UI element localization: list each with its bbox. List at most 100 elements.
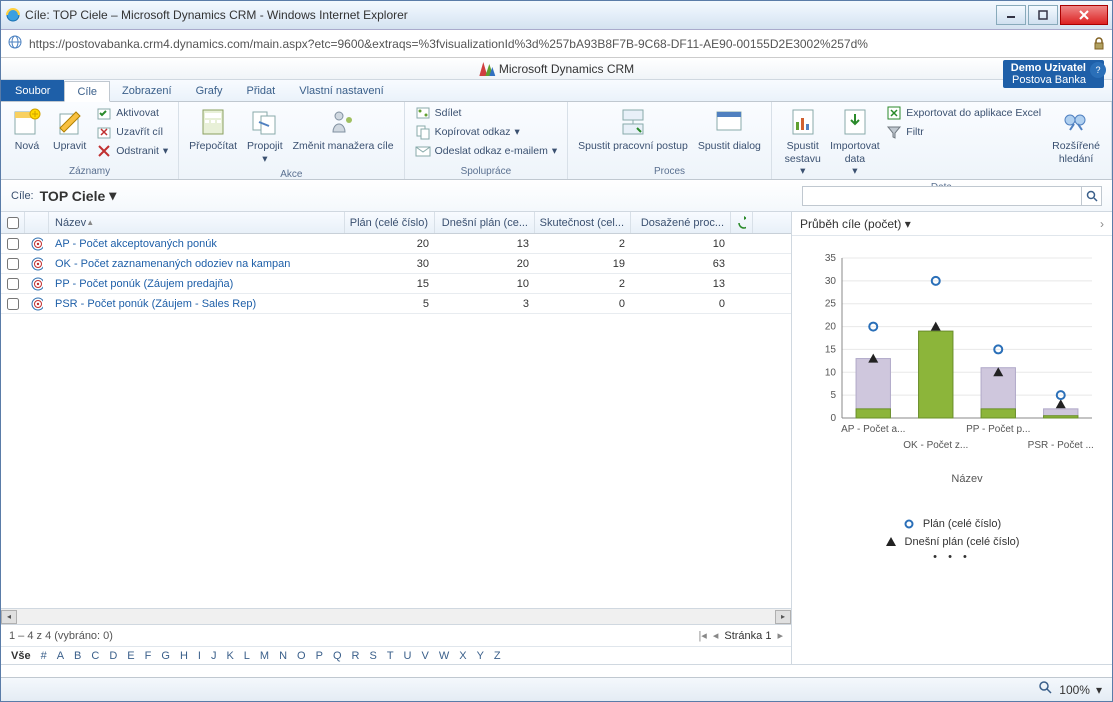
alpha-Y[interactable]: Y: [477, 650, 484, 662]
url-field[interactable]: https://postovabanka.crm4.dynamics.com/m…: [29, 37, 1086, 51]
alpha-B[interactable]: B: [74, 650, 81, 662]
ribbon-link-button[interactable]: Propojit ▾: [243, 104, 287, 167]
menu-tab-zobrazení[interactable]: Zobrazení: [110, 80, 184, 101]
alpha-N[interactable]: N: [279, 650, 287, 662]
menu-tab-grafy[interactable]: Grafy: [184, 80, 235, 101]
ribbon-recalculate-button[interactable]: Přepočítat: [185, 104, 241, 155]
row-checkbox[interactable]: [1, 298, 25, 310]
chart-expand-icon[interactable]: ›: [1100, 217, 1104, 231]
user-info[interactable]: Demo Uzivatel Postova Banka ?: [1003, 60, 1104, 88]
ribbon-advanced-find-button[interactable]: Rozšířené hledání: [1047, 104, 1105, 167]
menu-tab-cíle[interactable]: Cíle: [64, 81, 110, 102]
chart-title[interactable]: Průběh cíle (počet) ▾ ›: [792, 212, 1112, 236]
row-checkbox[interactable]: [1, 278, 25, 290]
first-page-button[interactable]: |◂: [698, 629, 706, 642]
select-all-checkbox[interactable]: [1, 212, 25, 233]
alpha-E[interactable]: E: [127, 650, 134, 662]
alpha-H[interactable]: H: [180, 650, 188, 662]
ribbon-share-button[interactable]: Sdílet: [411, 104, 562, 122]
alpha-L[interactable]: L: [244, 650, 250, 662]
ribbon-email-link-button[interactable]: Odeslat odkaz e-mailem ▾: [411, 142, 562, 160]
close-button[interactable]: [1060, 5, 1108, 25]
col-today[interactable]: Dnešní plán (ce...: [435, 212, 535, 233]
table-row[interactable]: AP - Počet akceptovaných ponúk2013210: [1, 234, 791, 254]
ribbon-copy-link-button[interactable]: Kopírovat odkaz ▾: [411, 123, 562, 141]
row-checkbox[interactable]: [1, 258, 25, 270]
goal-icon: [25, 277, 49, 291]
alpha-V[interactable]: V: [422, 650, 429, 662]
help-icon[interactable]: ?: [1090, 62, 1106, 78]
alpha-K[interactable]: K: [226, 650, 233, 662]
alpha-G[interactable]: G: [161, 650, 170, 662]
ribbon-export-excel-button[interactable]: Exportovat do aplikace Excel: [882, 104, 1045, 122]
zoom-dropdown-icon[interactable]: ▾: [1096, 683, 1102, 697]
next-page-button[interactable]: ▸: [777, 629, 783, 642]
maximize-button[interactable]: [1028, 5, 1058, 25]
alpha-D[interactable]: D: [109, 650, 117, 662]
table-row[interactable]: PP - Počet ponúk (Záujem predajňa)151021…: [1, 274, 791, 294]
record-count: 1 – 4 z 4 (vybráno: 0): [9, 630, 113, 642]
svg-text:25: 25: [825, 299, 837, 310]
col-actual[interactable]: Skutečnost (cel...: [535, 212, 631, 233]
col-percent[interactable]: Dosažené proc...: [631, 212, 731, 233]
zoom-icon[interactable]: [1039, 681, 1053, 698]
chevron-down-icon: ▾: [905, 217, 911, 231]
alpha-I[interactable]: I: [198, 650, 201, 662]
row-name[interactable]: PP - Počet ponúk (Záujem predajňa): [49, 278, 345, 290]
search-icon[interactable]: [1081, 187, 1101, 205]
alpha-A[interactable]: A: [57, 650, 64, 662]
ribbon-new-button[interactable]: Nová: [7, 104, 47, 155]
alpha-filter-bar: Vše # ABCDEFGHIJKLMNOPQRSTUVWXYZ: [1, 646, 791, 664]
ribbon-close-goal-button[interactable]: Uzavřít cíl: [92, 123, 172, 141]
col-name[interactable]: Název ▲: [49, 212, 345, 233]
alpha-C[interactable]: C: [91, 650, 99, 662]
horizontal-scrollbar[interactable]: ◂ ▸: [1, 608, 791, 624]
ribbon-activate-button[interactable]: Aktivovat: [92, 104, 172, 122]
ribbon-edit-button[interactable]: Upravit: [49, 104, 90, 155]
alpha-Q[interactable]: Q: [333, 650, 342, 662]
ribbon-import-button[interactable]: Importovat data ▾: [830, 104, 881, 180]
svg-text:30: 30: [825, 276, 837, 287]
alpha-Z[interactable]: Z: [494, 650, 501, 662]
menu-tab-přidat[interactable]: Přidat: [234, 80, 287, 101]
view-name-dropdown[interactable]: TOP Ciele ▾: [40, 187, 117, 204]
ribbon-delete-button[interactable]: Odstranit ▾: [92, 142, 172, 160]
alpha-O[interactable]: O: [297, 650, 306, 662]
menu-tab-vlastní nastavení[interactable]: Vlastní nastavení: [287, 80, 395, 101]
refresh-icon[interactable]: [731, 212, 753, 233]
row-name[interactable]: OK - Počet zaznamenaných odoziev na kamp…: [49, 258, 345, 270]
svg-text:Název: Název: [951, 473, 983, 485]
search-input[interactable]: [803, 190, 1081, 202]
alpha-S[interactable]: S: [369, 650, 376, 662]
alpha-P[interactable]: P: [316, 650, 323, 662]
row-name[interactable]: AP - Počet akceptovaných ponúk: [49, 238, 345, 250]
ribbon-run-workflow-button[interactable]: Spustit pracovní postup: [574, 104, 692, 155]
alpha-M[interactable]: M: [260, 650, 269, 662]
prev-page-button[interactable]: ◂: [713, 629, 719, 642]
col-plan[interactable]: Plán (celé číslo): [345, 212, 435, 233]
table-row[interactable]: PSR - Počet ponúk (Záujem - Sales Rep)53…: [1, 294, 791, 314]
search-box[interactable]: [802, 186, 1102, 206]
ribbon-change-manager-button[interactable]: Změnit manažera cíle: [289, 104, 398, 155]
ribbon-run-dialog-button[interactable]: Spustit dialog: [694, 104, 765, 155]
alpha-#[interactable]: #: [41, 650, 47, 662]
alpha-R[interactable]: R: [352, 650, 360, 662]
scroll-right-button[interactable]: ▸: [775, 610, 791, 624]
ribbon-filter-button[interactable]: Filtr: [882, 123, 1045, 141]
alpha-all[interactable]: Vše: [11, 650, 31, 662]
ribbon-run-report-button[interactable]: Spustit sestavu ▾: [778, 104, 828, 180]
table-row[interactable]: OK - Počet zaznamenaných odoziev na kamp…: [1, 254, 791, 274]
alpha-T[interactable]: T: [387, 650, 394, 662]
alpha-J[interactable]: J: [211, 650, 217, 662]
alpha-U[interactable]: U: [404, 650, 412, 662]
alpha-F[interactable]: F: [145, 650, 152, 662]
alpha-X[interactable]: X: [459, 650, 466, 662]
chart-pane: Průběh cíle (počet) ▾ › 05101520253035AP…: [792, 212, 1112, 664]
minimize-button[interactable]: [996, 5, 1026, 25]
legend-today: Dnešní plán (celé číslo): [800, 533, 1104, 551]
row-name[interactable]: PSR - Počet ponúk (Záujem - Sales Rep): [49, 298, 345, 310]
scroll-left-button[interactable]: ◂: [1, 610, 17, 624]
menu-file[interactable]: Soubor: [1, 80, 64, 101]
row-checkbox[interactable]: [1, 238, 25, 250]
alpha-W[interactable]: W: [439, 650, 449, 662]
